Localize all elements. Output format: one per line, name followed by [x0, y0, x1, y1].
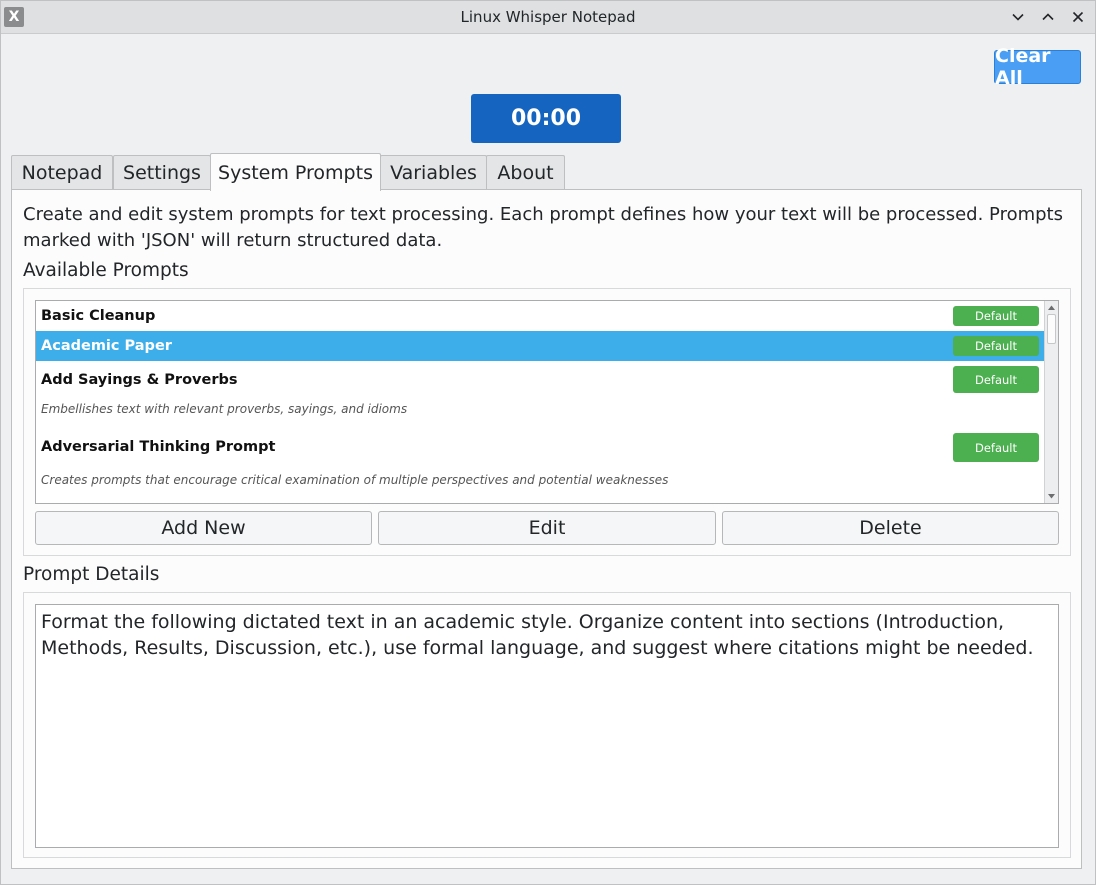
add-new-button[interactable]: Add New	[35, 511, 372, 545]
default-badge: Default	[953, 366, 1039, 393]
default-badge: Default	[953, 433, 1039, 462]
panel-description: Create and edit system prompts for text …	[23, 204, 1063, 251]
list-item-selected[interactable]: Academic Paper Default	[36, 331, 1044, 361]
scroll-up-icon[interactable]	[1047, 303, 1056, 312]
app-window: X Linux Whisper Notepad Clear All 00:00 …	[0, 0, 1096, 885]
available-prompts-label: Available Prompts	[23, 260, 189, 281]
maximize-button[interactable]	[1037, 6, 1059, 28]
prompt-description: Creates prompts that encourage critical …	[41, 473, 669, 487]
tab-about[interactable]: About	[486, 155, 565, 190]
scroll-thumb[interactable]	[1047, 314, 1056, 344]
title-bar[interactable]: X Linux Whisper Notepad	[1, 1, 1095, 34]
prompt-description: Embellishes text with relevant proverbs,…	[41, 402, 408, 416]
prompt-name: Adversarial Thinking Prompt	[41, 439, 276, 455]
tab-notepad[interactable]: Notepad	[11, 155, 113, 190]
system-prompts-panel: Create and edit system prompts for text …	[11, 189, 1082, 869]
tab-settings[interactable]: Settings	[113, 155, 211, 190]
recording-timer: 00:00	[471, 94, 621, 143]
close-window-button[interactable]	[1067, 6, 1089, 28]
list-item[interactable]: Basic Cleanup Default	[36, 301, 1044, 331]
list-scrollbar[interactable]	[1044, 301, 1058, 503]
scroll-down-icon[interactable]	[1047, 492, 1056, 501]
available-prompts-group: Basic Cleanup Default Academic Paper Def…	[23, 288, 1071, 556]
close-icon	[1072, 11, 1084, 23]
list-item[interactable]: Add Sayings & Proverbs Default Embellish…	[36, 361, 1044, 428]
prompt-name: Basic Cleanup	[41, 308, 156, 324]
prompt-details-textarea[interactable]: Format the following dictated text in an…	[35, 604, 1059, 848]
minimize-button[interactable]	[1007, 6, 1029, 28]
prompt-details-group: Format the following dictated text in an…	[23, 592, 1071, 858]
clear-all-button[interactable]: Clear All	[994, 45, 1081, 89]
tab-system-prompts[interactable]: System Prompts	[210, 153, 381, 191]
edit-button[interactable]: Edit	[378, 511, 716, 545]
prompts-list[interactable]: Basic Cleanup Default Academic Paper Def…	[35, 300, 1059, 504]
window-title: Linux Whisper Notepad	[460, 8, 636, 26]
delete-button[interactable]: Delete	[722, 511, 1059, 545]
prompt-details-label: Prompt Details	[23, 564, 160, 585]
default-badge: Default	[953, 306, 1039, 326]
chevron-down-icon	[1012, 13, 1024, 21]
list-item[interactable]: Adversarial Thinking Prompt Default Crea…	[36, 428, 1044, 503]
default-badge: Default	[953, 336, 1039, 356]
prompt-name: Academic Paper	[41, 338, 172, 354]
tab-variables[interactable]: Variables	[380, 155, 487, 190]
prompt-name: Add Sayings & Proverbs	[41, 372, 238, 388]
chevron-up-icon	[1042, 13, 1054, 21]
